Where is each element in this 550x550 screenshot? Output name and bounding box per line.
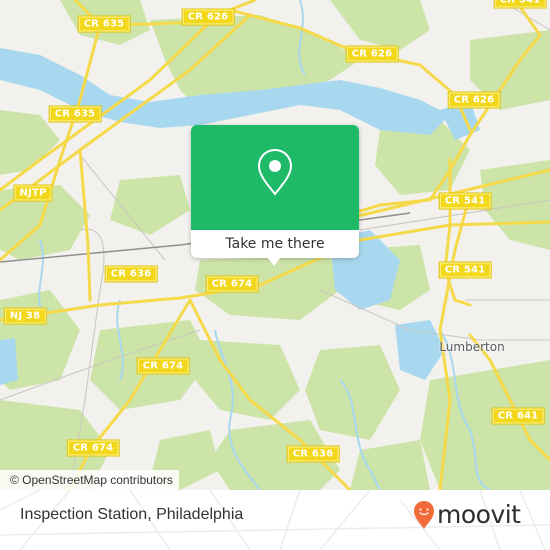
- road-label: CR 635: [77, 15, 131, 33]
- road-label: CR 636: [104, 265, 158, 283]
- location-popup: Take me there: [191, 125, 359, 266]
- road-label: CR 626: [345, 45, 399, 63]
- road-label: CR 674: [66, 439, 120, 457]
- road-label: NJTP: [13, 184, 53, 202]
- road-label: CR 541: [493, 0, 547, 9]
- moovit-logo[interactable]: moovit: [413, 500, 521, 530]
- road-label: CR 541: [438, 192, 492, 210]
- place-label-lumberton: Lumberton: [439, 340, 505, 354]
- footer: Inspection Station, Philadelphia moovit: [0, 490, 550, 550]
- take-me-there-button[interactable]: Take me there: [191, 230, 359, 258]
- map-view[interactable]: CR 635 CR 626 CR 541 CR 626 CR 635 CR 62…: [0, 0, 550, 490]
- location-pin-icon: [257, 148, 293, 196]
- road-label: CR 674: [205, 275, 259, 293]
- road-label: CR 674: [136, 357, 190, 375]
- map-attribution[interactable]: © OpenStreetMap contributors: [0, 470, 179, 490]
- road-label: CR 636: [286, 445, 340, 463]
- road-label: CR 641: [491, 407, 545, 425]
- road-label: CR 635: [48, 105, 102, 123]
- popup-pointer: [267, 257, 281, 266]
- road-label: NJ 38: [3, 307, 47, 325]
- popup-header: [191, 125, 359, 230]
- road-label: CR 626: [181, 8, 235, 26]
- road-label: CR 626: [447, 91, 501, 109]
- moovit-pin-icon: [414, 501, 434, 529]
- moovit-wordmark: moovit: [437, 500, 521, 529]
- stop-title: Inspection Station, Philadelphia: [20, 506, 244, 523]
- road-label: CR 541: [438, 261, 492, 279]
